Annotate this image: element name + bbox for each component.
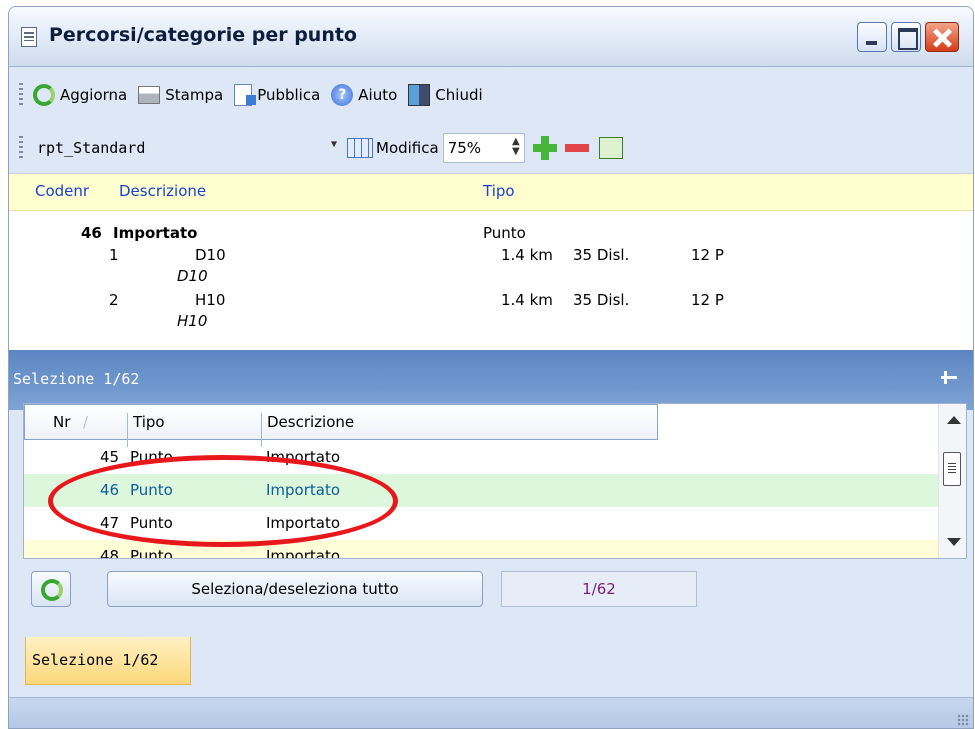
- grid-header: Nr / Tipo Descrizione: [24, 404, 658, 447]
- print-button[interactable]: Stampa: [138, 86, 223, 104]
- report-template-select[interactable]: rpt_Standard ▼: [33, 131, 343, 165]
- report-preview: Codenr Descrizione Tipo 46 Importato Pun…: [9, 173, 973, 351]
- report-line-sub: H10: [177, 312, 208, 330]
- publish-button[interactable]: Pubblica: [234, 84, 320, 106]
- selection-actions: Seleziona/deseleziona tutto 1/62: [9, 559, 973, 619]
- toolbar-grip-2[interactable]: [19, 136, 23, 160]
- window-title: Percorsi/categorie per punto: [49, 24, 357, 46]
- table-row-selected[interactable]: 46 Punto Importato: [24, 474, 938, 507]
- row-type: Punto: [130, 481, 173, 499]
- zoom-out-icon[interactable]: [564, 144, 589, 152]
- tab-strip: Selezione 1/62: [9, 619, 973, 697]
- report-line-disl: 35 Disl.: [573, 246, 630, 264]
- toolbar-grip[interactable]: [19, 83, 23, 107]
- print-label: Stampa: [165, 86, 224, 104]
- report-line-disl: 35 Disl.: [573, 291, 630, 309]
- export-excel-icon[interactable]: [598, 137, 623, 159]
- exit-icon: [408, 84, 431, 106]
- row-description: Importato: [266, 481, 341, 499]
- report-line-distance: 1.4 km: [501, 291, 553, 309]
- zoom-input[interactable]: 75% ▲ ▼: [442, 133, 525, 163]
- vertical-scrollbar[interactable]: [938, 404, 966, 558]
- help-button[interactable]: ? Aiuto: [331, 84, 397, 106]
- refresh-selection-button[interactable]: [31, 571, 71, 607]
- status-bar: [9, 697, 973, 728]
- refresh-label: Aggiorna: [60, 86, 128, 104]
- report-line-distance: 1.4 km: [501, 246, 553, 264]
- row-type: Punto: [130, 547, 173, 559]
- report-line-sub: D10: [177, 267, 208, 285]
- document-icon: [21, 27, 37, 47]
- zoom-value: 75%: [447, 139, 482, 157]
- table-row[interactable]: 48 Punto Importato: [24, 540, 938, 559]
- refresh-icon: [33, 84, 55, 106]
- table-row[interactable]: 47 Punto Importato: [24, 507, 938, 540]
- row-description: Importato: [266, 448, 341, 466]
- title-bar[interactable]: Percorsi/categorie per punto: [9, 7, 973, 67]
- tab-selection[interactable]: Selezione 1/62: [25, 637, 191, 685]
- row-nr: 47: [100, 514, 120, 532]
- column-header-type[interactable]: Tipo: [133, 413, 165, 431]
- report-group-code: 46: [81, 224, 102, 242]
- main-toolbar: Aggiorna Stampa Pubblica ? Aiuto Chiudi: [9, 71, 973, 119]
- selection-grid: Nr / Tipo Descrizione 45 Punto Importato…: [23, 403, 967, 559]
- column-header-description[interactable]: Descrizione: [267, 413, 354, 431]
- row-type: Punto: [130, 448, 173, 466]
- zoom-in-icon[interactable]: [532, 136, 557, 160]
- scroll-thumb[interactable]: [943, 452, 961, 486]
- close-label: Chiudi: [435, 86, 483, 104]
- report-group-description: Importato: [113, 224, 198, 242]
- row-nr: 46: [100, 481, 120, 499]
- publish-label: Pubblica: [257, 86, 321, 104]
- report-toolbar: rpt_Standard ▼ Modifica 75% ▲ ▼: [9, 123, 973, 173]
- row-description: Importato: [266, 547, 341, 559]
- scroll-up-icon[interactable]: [947, 416, 961, 424]
- report-line-points: 12 P: [691, 246, 724, 264]
- selection-panel-header: Selezione 1/62: [9, 350, 973, 410]
- report-header-code: Codenr: [35, 182, 90, 200]
- publish-icon: [234, 84, 257, 106]
- scroll-down-icon[interactable]: [947, 538, 961, 546]
- help-icon: ?: [331, 84, 354, 106]
- report-template-value: rpt_Standard: [37, 139, 146, 157]
- report-group-type: Punto: [483, 224, 526, 242]
- column-header-nr[interactable]: Nr: [53, 413, 70, 431]
- sort-ascending-icon: /: [83, 413, 89, 431]
- report-line-index: 1: [109, 246, 119, 264]
- report-line-index: 2: [109, 291, 119, 309]
- table-row[interactable]: 45 Punto Importato: [24, 441, 938, 474]
- report-line-name: D10: [195, 246, 226, 264]
- row-nr: 48: [100, 547, 120, 559]
- maximize-button[interactable]: [891, 22, 921, 52]
- pin-icon[interactable]: [941, 371, 957, 384]
- row-type: Punto: [130, 514, 173, 532]
- refresh-button[interactable]: Aggiorna: [33, 84, 127, 106]
- selection-panel-title: Selezione 1/62: [13, 370, 140, 388]
- edit-button[interactable]: Modifica: [376, 139, 439, 157]
- row-description: Importato: [266, 514, 341, 532]
- selection-count: 1/62: [501, 571, 697, 607]
- close-button[interactable]: Chiudi: [408, 84, 483, 106]
- report-line-points: 12 P: [691, 291, 724, 309]
- report-line-name: H10: [195, 291, 226, 309]
- report-header-type: Tipo: [483, 182, 515, 200]
- chevron-down-icon[interactable]: ▼: [331, 139, 337, 150]
- select-all-button[interactable]: Seleziona/deseleziona tutto: [107, 571, 483, 607]
- app-window: Percorsi/categorie per punto Aggiorna St…: [8, 6, 974, 729]
- resize-grip-icon[interactable]: [957, 714, 969, 726]
- zoom-spinner-icon[interactable]: ▲ ▼: [512, 137, 520, 157]
- close-window-button[interactable]: [925, 22, 959, 52]
- help-label: Aiuto: [358, 86, 398, 104]
- report-header-description: Descrizione: [119, 182, 207, 200]
- printer-icon: [138, 86, 161, 104]
- minimize-button[interactable]: [857, 22, 887, 52]
- table-grid-icon[interactable]: [347, 138, 373, 158]
- row-nr: 45: [100, 448, 120, 466]
- report-header: Codenr Descrizione Tipo: [9, 174, 973, 211]
